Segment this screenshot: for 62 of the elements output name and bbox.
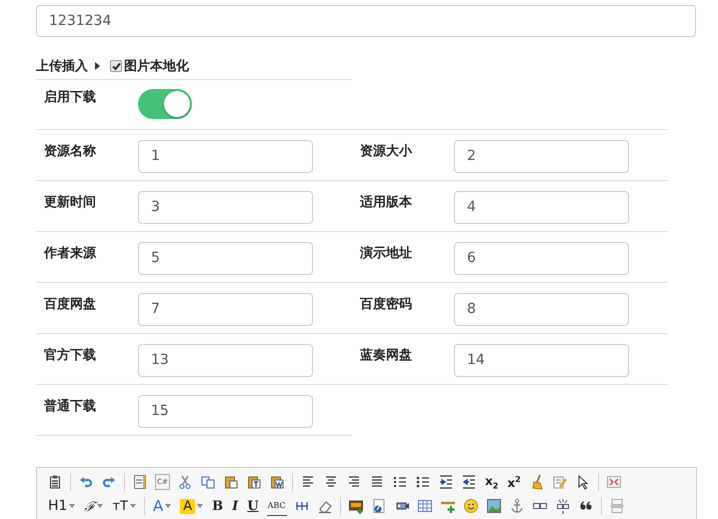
pencil-document-icon[interactable] (552, 474, 568, 490)
field-label: 资源名称 (44, 143, 97, 160)
table-icon[interactable] (416, 498, 432, 514)
format-button[interactable]: A (179, 496, 204, 516)
paste-text-icon[interactable] (246, 474, 262, 490)
text-input[interactable]: 4 (454, 191, 629, 224)
format-button[interactable]: тT (111, 496, 137, 516)
field-label: 资源大小 (360, 143, 414, 160)
field-label: 百度网盘 (44, 296, 97, 313)
text-input[interactable]: 13 (138, 344, 313, 377)
outdent-icon[interactable] (461, 474, 477, 490)
expand-arrow-icon (95, 62, 100, 70)
format-button[interactable]: ABC (266, 496, 286, 516)
title-field[interactable]: 1231234 (36, 5, 696, 37)
document-icon[interactable] (132, 474, 148, 490)
checkbox-label: 图片本地化 (124, 58, 189, 75)
format-button[interactable]: ℱ (83, 496, 104, 516)
field-label: 演示地址 (360, 244, 413, 262)
format-button[interactable]: x$_{2}$ (484, 472, 500, 492)
flash-document-icon[interactable] (370, 498, 386, 514)
text-input[interactable]: 3 (138, 191, 313, 224)
text-input[interactable]: 14 (454, 344, 629, 377)
text-input[interactable]: 15 (138, 395, 313, 428)
field-label: 普通下载 (44, 398, 97, 415)
indent-icon[interactable] (438, 474, 454, 490)
bullet-list-icon[interactable] (415, 474, 431, 490)
text-input[interactable]: 5 (138, 242, 313, 275)
field-label: 作者来源 (44, 245, 98, 262)
field-label: 官方下载 (44, 346, 97, 364)
format-button[interactable]: B (211, 496, 224, 516)
format-button[interactable]: x$^{2}$ (506, 472, 522, 492)
numbered-list-icon[interactable] (392, 474, 408, 490)
field-label: 百度密码 (360, 296, 413, 313)
format-button[interactable]: H1 (47, 496, 76, 516)
fullscreen-icon[interactable] (606, 474, 622, 490)
field-label: 蓝奏网盘 (360, 347, 413, 364)
field-label: 启用下载 (44, 88, 97, 106)
text-input[interactable]: 2 (454, 140, 629, 173)
paste-icon[interactable] (223, 474, 239, 490)
field-label: 更新时间 (44, 194, 97, 211)
format-button[interactable]: I (231, 496, 240, 516)
scissors-icon[interactable] (177, 474, 193, 490)
text-input[interactable]: 6 (454, 242, 629, 275)
format-button[interactable]: A (152, 496, 172, 516)
redo-icon[interactable] (101, 474, 117, 490)
undo-icon[interactable] (78, 474, 94, 490)
clipboard-icon[interactable] (47, 474, 63, 490)
picture-icon[interactable] (486, 498, 502, 514)
copy-icon[interactable] (200, 474, 216, 490)
localize-checkbox[interactable] (110, 60, 122, 72)
paste-word-icon[interactable] (269, 474, 285, 490)
format-button[interactable]: U (246, 496, 260, 516)
smiley-icon[interactable] (462, 498, 478, 514)
text-input[interactable]: 1 (138, 140, 313, 173)
upload-insert-label[interactable]: 上传插入 (36, 57, 88, 75)
unlink-icon[interactable] (554, 498, 570, 514)
field-label: 适用版本 (360, 194, 413, 211)
text-input[interactable]: 8 (454, 293, 629, 326)
anchor-icon[interactable] (508, 498, 524, 514)
text-input[interactable]: 7 (138, 293, 313, 326)
download-toggle[interactable] (138, 89, 192, 119)
image-add-icon[interactable] (348, 498, 364, 514)
